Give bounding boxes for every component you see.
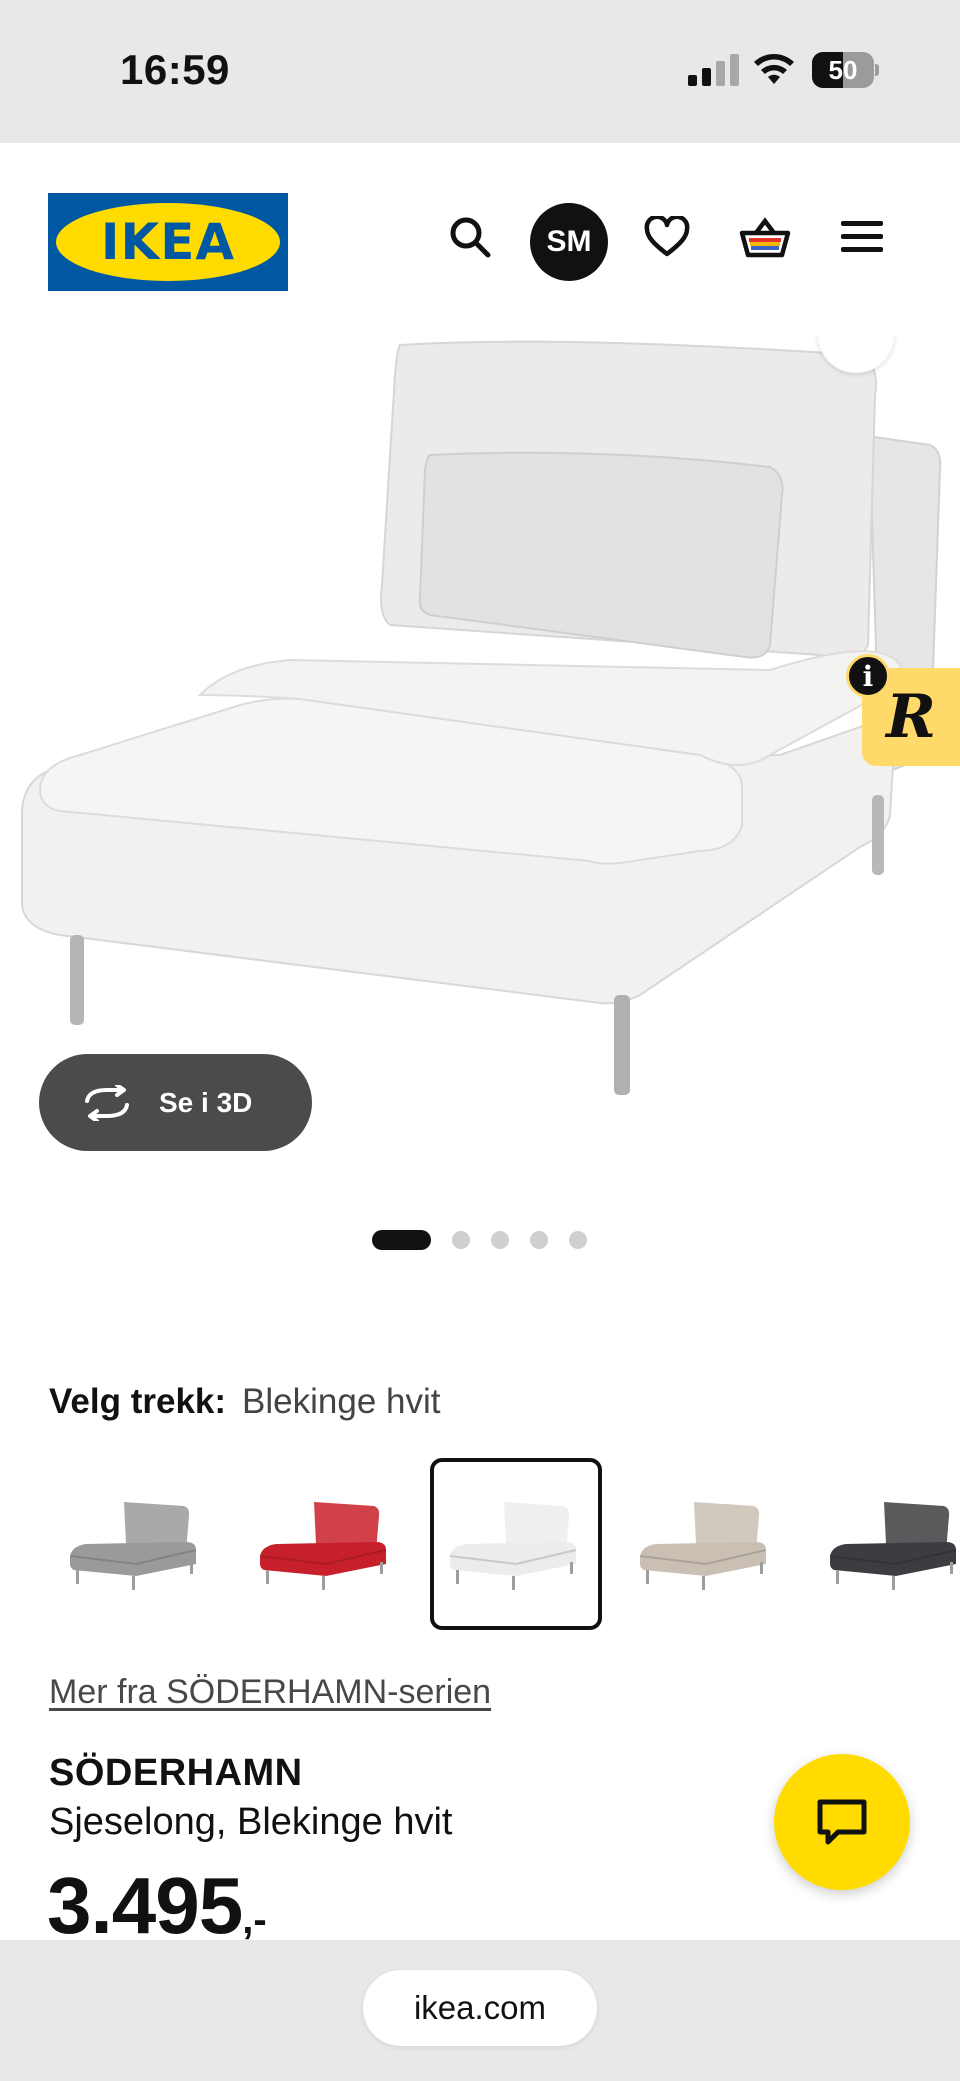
site-header: IKEA SM bbox=[0, 143, 960, 343]
cover-swatch[interactable] bbox=[810, 1458, 960, 1630]
pagination-dot[interactable] bbox=[569, 1231, 587, 1249]
status-bar: 16:59 50 bbox=[0, 0, 960, 143]
series-link[interactable]: Mer fra SÖDERHAMN-serien bbox=[49, 1673, 491, 1712]
swatch-thumbnail bbox=[639, 1502, 767, 1590]
pagination-dot[interactable] bbox=[372, 1230, 431, 1250]
cover-swatch-list bbox=[0, 1458, 960, 1632]
r-widget-letter: R bbox=[886, 682, 936, 752]
info-letter: i bbox=[862, 659, 874, 693]
pagination-dot[interactable] bbox=[491, 1231, 509, 1249]
rotate-3d-icon bbox=[81, 1084, 133, 1121]
swatch-thumbnail bbox=[259, 1502, 387, 1590]
cover-swatch[interactable] bbox=[240, 1458, 412, 1630]
gallery-pagination bbox=[372, 1229, 608, 1251]
search-icon[interactable] bbox=[442, 209, 498, 265]
pagination-dot[interactable] bbox=[452, 1231, 470, 1249]
product-price: 3.495,- bbox=[47, 1860, 267, 1952]
status-time: 16:59 bbox=[120, 46, 230, 93]
chat-button[interactable] bbox=[774, 1754, 910, 1890]
price-suffix: ,- bbox=[242, 1898, 267, 1942]
browser-bottom-bar: ikea.com bbox=[0, 1940, 960, 2081]
battery-icon: 50 bbox=[812, 52, 879, 88]
product-description: Sjeselong, Blekinge hvit bbox=[49, 1801, 453, 1843]
cover-swatch[interactable] bbox=[620, 1458, 792, 1630]
swatch-thumbnail bbox=[449, 1502, 577, 1590]
cover-swatch[interactable] bbox=[430, 1458, 602, 1630]
swatch-thumbnail bbox=[69, 1502, 197, 1590]
pagination-dot[interactable] bbox=[530, 1231, 548, 1249]
battery-percent: 50 bbox=[828, 55, 858, 85]
basket-icon[interactable] bbox=[737, 209, 793, 265]
heart-icon[interactable] bbox=[639, 209, 695, 265]
ikea-logo[interactable]: IKEA bbox=[48, 193, 288, 291]
view-in-3d-button[interactable]: Se i 3D bbox=[39, 1054, 312, 1151]
cover-selected-value: Blekinge hvit bbox=[242, 1382, 441, 1421]
price-amount: 3.495 bbox=[47, 1861, 243, 1950]
wifi-icon bbox=[754, 54, 794, 84]
view-in-3d-label: Se i 3D bbox=[159, 1086, 253, 1118]
menu-icon[interactable] bbox=[834, 209, 890, 265]
cellular-signal-icon bbox=[688, 54, 739, 86]
product-name: SÖDERHAMN bbox=[49, 1752, 303, 1794]
swatch-thumbnail bbox=[829, 1502, 957, 1590]
chat-icon bbox=[817, 1799, 867, 1845]
cover-swatch[interactable] bbox=[50, 1458, 222, 1630]
address-bar[interactable]: ikea.com bbox=[363, 1970, 597, 2046]
cover-label-key: Velg trekk: bbox=[49, 1382, 227, 1421]
info-icon[interactable]: i bbox=[846, 654, 890, 698]
cover-selector-label: Velg trekk: Blekinge hvit bbox=[49, 1382, 441, 1422]
user-avatar[interactable]: SM bbox=[530, 203, 608, 281]
logo-text: IKEA bbox=[100, 213, 236, 271]
